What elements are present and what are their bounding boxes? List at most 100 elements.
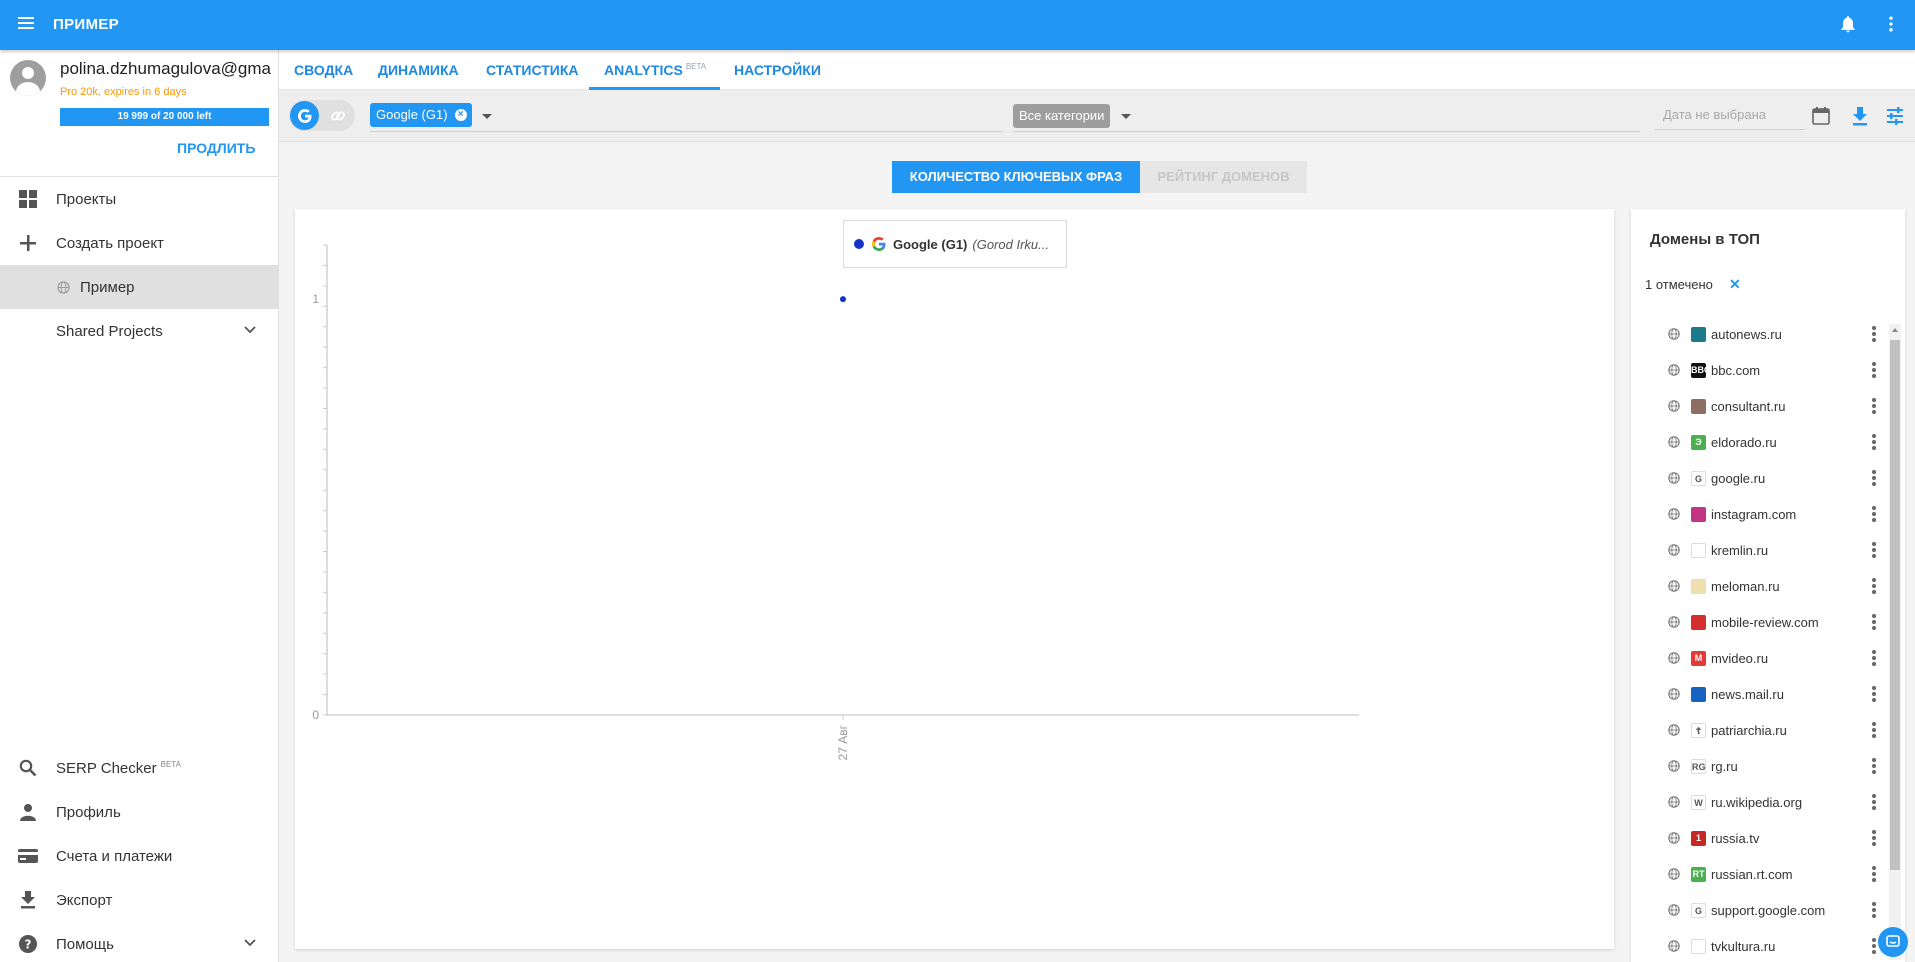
calendar-icon[interactable] — [1811, 106, 1831, 126]
domain-name: eldorado.ru — [1711, 435, 1777, 450]
tab-statistics[interactable]: СТАТИСТИКА — [486, 62, 579, 78]
chevron-down-icon — [244, 939, 256, 947]
domain-row[interactable]: ☦ patriarchia.ru — [1631, 712, 1891, 748]
domain-menu-icon[interactable] — [1872, 614, 1876, 632]
domain-row[interactable]: instagram.com — [1631, 496, 1891, 532]
domain-row[interactable]: Wru.wikipedia.org — [1631, 784, 1891, 820]
sidebar-item-serp-checker[interactable]: SERP Checker BETA — [0, 746, 279, 790]
sidebar-item-profile[interactable]: Профиль — [0, 790, 279, 834]
y-tick-label: 0 — [312, 708, 319, 722]
date-input[interactable] — [1655, 100, 1805, 130]
google-engine-button[interactable] — [290, 101, 319, 130]
domain-menu-icon[interactable] — [1872, 830, 1876, 848]
search-icon — [18, 758, 38, 778]
domain-menu-icon[interactable] — [1872, 650, 1876, 668]
sidebar-item-example-project[interactable]: Пример — [0, 265, 279, 309]
tab-summary[interactable]: СВОДКА — [294, 62, 353, 78]
clear-selection-icon[interactable]: ✕ — [1729, 276, 1741, 293]
domain-menu-icon[interactable] — [1872, 794, 1876, 812]
domain-rating-view-button[interactable]: РЕЙТИНГ ДОМЕНОВ — [1140, 161, 1307, 193]
patriarchia-favicon: ☦ — [1691, 723, 1706, 738]
domain-row[interactable]: RT russian.rt.com — [1631, 856, 1891, 892]
sidebar-item-label: Создать проект — [56, 234, 164, 252]
tab-settings[interactable]: НАСТРОЙКИ — [734, 62, 821, 78]
category-field-underline — [1013, 131, 1640, 132]
globe-icon — [1668, 544, 1680, 556]
top-bar: ПРИМЕР — [0, 0, 1915, 50]
domain-row[interactable]: consultant.ru — [1631, 388, 1891, 424]
domain-menu-icon[interactable] — [1872, 506, 1876, 524]
keyword-count-view-button[interactable]: КОЛИЧЕСТВО КЛЮЧЕВЫХ ФРАЗ — [892, 161, 1140, 193]
app-root: ПРИМЕР polina.dzhumagulova@gma Pro 20k, … — [0, 0, 1915, 962]
bell-icon[interactable] — [1838, 14, 1858, 34]
domain-menu-icon[interactable] — [1872, 578, 1876, 596]
wikipedia-favicon: W — [1691, 795, 1706, 810]
domain-row[interactable]: Ggoogle.ru — [1631, 460, 1891, 496]
domain-name: support.google.com — [1711, 903, 1826, 918]
engine-filter-chip[interactable]: Google (G1) × — [370, 103, 472, 127]
domain-row[interactable]: BBC bbc.com — [1631, 352, 1891, 388]
domain-row[interactable]: kremlin.ru — [1631, 532, 1891, 568]
help-icon: ? — [18, 934, 38, 954]
chart-card: Google (G1) (Gorod Irku... 0 1 27 Авг — [295, 209, 1614, 949]
domain-menu-icon[interactable] — [1872, 434, 1876, 452]
sidebar: polina.dzhumagulova@gma Pro 20k, expires… — [0, 50, 279, 962]
domain-row[interactable]: Gsupport.google.com — [1631, 892, 1891, 928]
tab-dynamics[interactable]: ДИНАМИКА — [378, 62, 459, 78]
tab-analytics[interactable]: ANALYTICS BETA — [604, 62, 706, 78]
domain-row[interactable]: Mmvideo.ru — [1631, 640, 1891, 676]
domain-menu-icon[interactable] — [1872, 902, 1876, 920]
chevron-down-icon — [244, 326, 256, 334]
domain-name: russian.rt.com — [1711, 867, 1793, 882]
domain-row[interactable]: mobile-review.com — [1631, 604, 1891, 640]
globe-icon — [1668, 760, 1680, 772]
plus-icon — [18, 233, 38, 253]
domain-menu-icon[interactable] — [1872, 686, 1876, 704]
user-panel: polina.dzhumagulova@gma Pro 20k, expires… — [0, 50, 279, 170]
domain-name: kremlin.ru — [1711, 543, 1769, 558]
avatar[interactable] — [10, 60, 46, 96]
domain-list-scrollbar[interactable] — [1889, 324, 1901, 960]
sidebar-item-help[interactable]: ? Помощь — [0, 922, 279, 962]
link-engine-button[interactable] — [323, 101, 352, 130]
domain-menu-icon[interactable] — [1872, 542, 1876, 560]
dashboard-icon — [18, 189, 38, 209]
sidebar-item-shared-projects[interactable]: Shared Projects — [0, 309, 279, 353]
sidebar-item-create-project[interactable]: Создать проект — [0, 221, 279, 265]
hamburger-menu-icon[interactable] — [18, 14, 40, 36]
mobile-review-favicon — [1691, 615, 1706, 630]
domain-row[interactable]: news.mail.ru — [1631, 676, 1891, 712]
category-select[interactable]: Все категории — [1013, 104, 1111, 128]
more-vert-icon[interactable] — [1881, 14, 1901, 34]
domain-row[interactable]: tvkultura.ru — [1631, 928, 1891, 962]
sidebar-item-label: Shared Projects — [56, 322, 163, 340]
google-favicon: G — [1691, 471, 1706, 486]
domain-menu-icon[interactable] — [1872, 938, 1876, 956]
domain-row[interactable]: RG rg.ru — [1631, 748, 1891, 784]
domain-menu-icon[interactable] — [1872, 470, 1876, 488]
domain-menu-icon[interactable] — [1872, 362, 1876, 380]
domain-name: bbc.com — [1711, 363, 1761, 378]
domain-row[interactable]: Эeldorado.ru — [1631, 424, 1891, 460]
chat-support-button[interactable] — [1878, 927, 1908, 957]
category-dropdown-arrow-icon[interactable] — [1121, 114, 1131, 119]
domain-menu-icon[interactable] — [1872, 326, 1876, 344]
domain-row[interactable]: meloman.ru — [1631, 568, 1891, 604]
sidebar-item-export[interactable]: Экспорт — [0, 878, 279, 922]
panel-title: Домены в ТОП — [1650, 231, 1760, 248]
download-icon[interactable] — [1850, 106, 1870, 126]
tune-icon[interactable] — [1885, 106, 1905, 126]
domain-row[interactable]: autonews.ru — [1631, 316, 1891, 352]
download-icon — [18, 890, 38, 910]
domain-row[interactable]: 1 russia.tv — [1631, 820, 1891, 856]
domain-menu-icon[interactable] — [1872, 398, 1876, 416]
engine-dropdown-arrow-icon[interactable] — [482, 114, 492, 119]
remove-chip-icon[interactable]: × — [454, 109, 467, 121]
globe-icon — [1668, 904, 1680, 916]
domain-menu-icon[interactable] — [1872, 866, 1876, 884]
domain-menu-icon[interactable] — [1872, 722, 1876, 740]
extend-button[interactable]: ПРОДЛИТЬ — [177, 140, 255, 156]
sidebar-item-billing[interactable]: Счета и платежи — [0, 834, 279, 878]
domain-menu-icon[interactable] — [1872, 758, 1876, 776]
sidebar-item-projects[interactable]: Проекты — [0, 177, 279, 221]
